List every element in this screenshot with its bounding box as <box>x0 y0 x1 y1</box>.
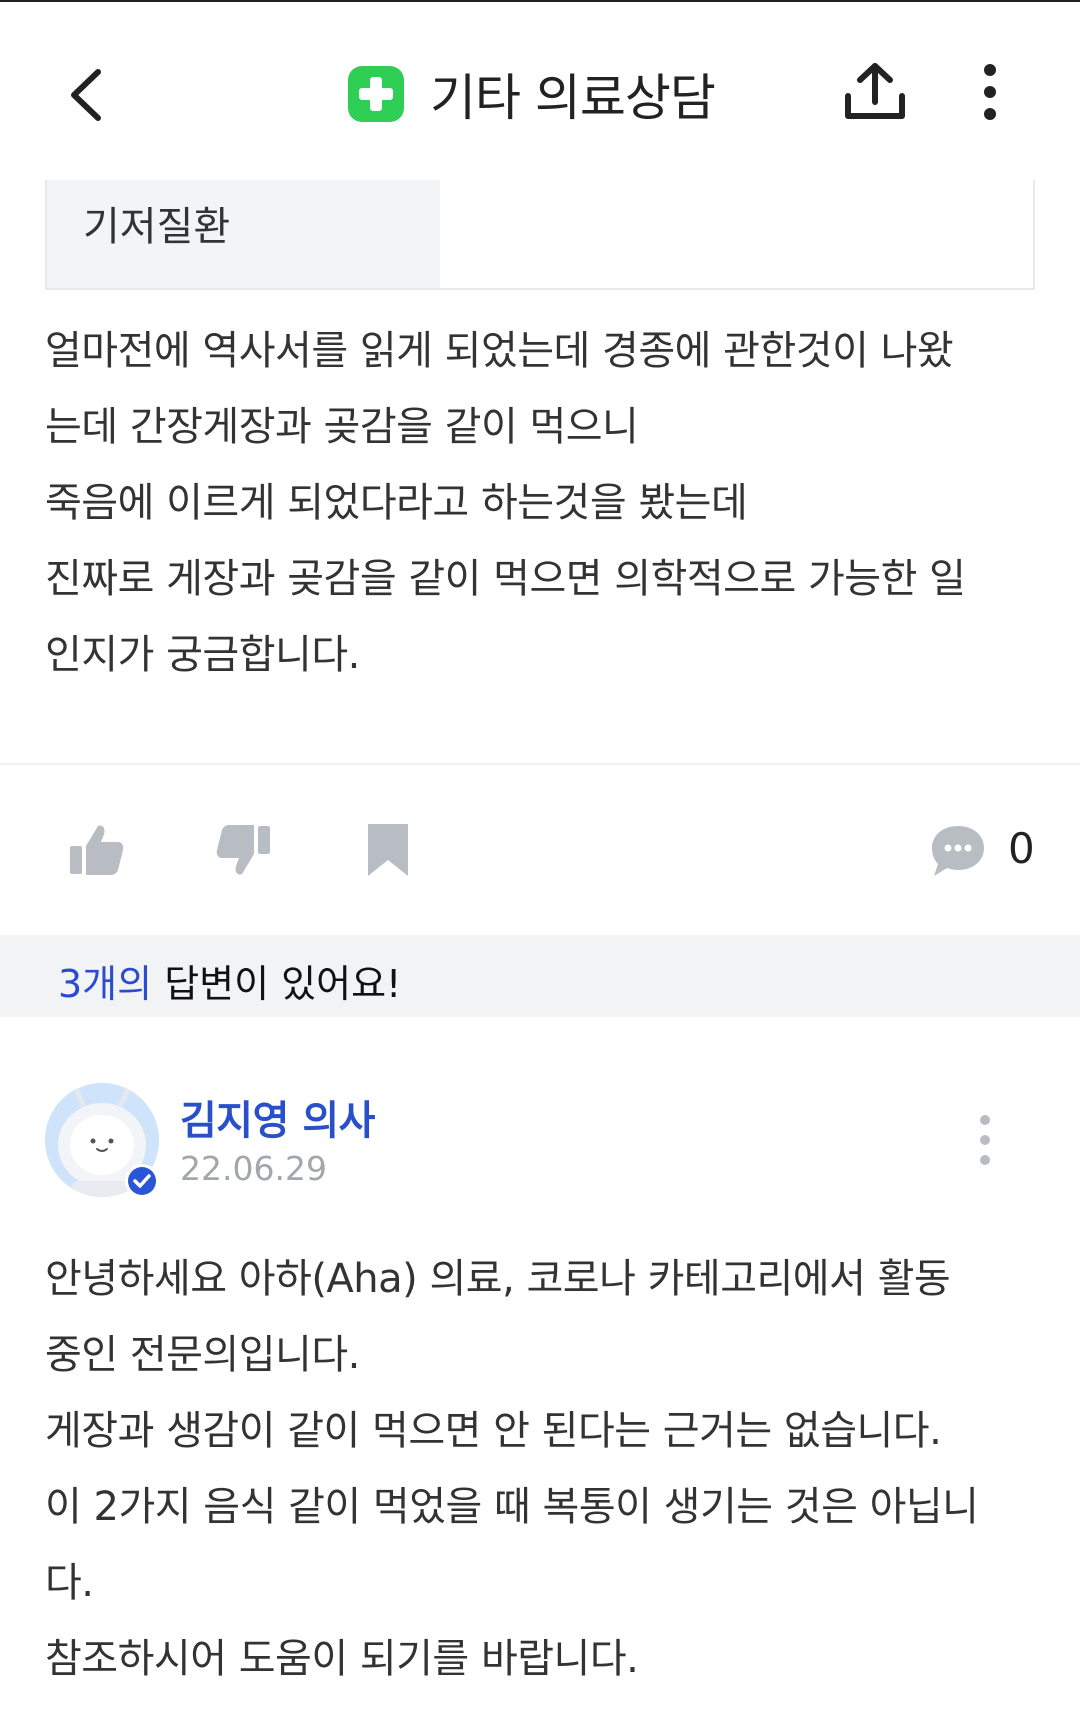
verified-badge-icon <box>124 1163 160 1199</box>
dislike-button[interactable] <box>214 820 274 880</box>
question-line: 인지가 궁금합니다. <box>45 632 360 678</box>
back-button[interactable] <box>62 60 118 130</box>
more-options-button[interactable] <box>970 58 1010 128</box>
answer-line: 안녕하세요 아하(Aha) 의료, 코로나 카테고리에서 활동 <box>45 1256 951 1302</box>
answer-date: 22.06.29 <box>180 1149 327 1188</box>
comment-count: 0 <box>1008 824 1035 873</box>
header-title-group: 기타 의료상담 <box>348 54 716 134</box>
page-title: 기타 의료상담 <box>430 69 716 127</box>
answer-line: 중인 전문의입니다. <box>45 1332 360 1378</box>
answers-count-text: 3개의 답변이 있어요! <box>58 953 401 1008</box>
comment-icon <box>932 826 984 876</box>
answers-count: 3개의 <box>58 962 153 1006</box>
medical-plus-icon <box>348 66 404 122</box>
more-vertical-icon <box>980 1115 990 1165</box>
info-table: 기저질환 <box>45 180 1035 290</box>
answer-author-name[interactable]: 김지영 의사 <box>180 1088 375 1146</box>
answer-line: 참조하시어 도움이 되기를 바랍니다. <box>45 1636 639 1682</box>
answers-count-banner: 3개의 답변이 있어요! <box>0 935 1080 1017</box>
thumbs-down-icon <box>216 825 270 875</box>
action-bar: 0 <box>0 800 1080 900</box>
like-button[interactable] <box>66 820 126 880</box>
app-header: 기타 의료상담 <box>0 2 1080 172</box>
answer-line: 다. <box>45 1560 94 1606</box>
question-line: 얼마전에 역사서를 읽게 되었는데 경종에 관한것이 나왔 <box>45 328 954 374</box>
question-body: 얼마전에 역사서를 읽게 되었는데 경종에 관한것이 나왔 는데 간장게장과 곶… <box>45 313 1035 693</box>
question-line: 죽음에 이르게 되었다라고 하는것을 봤는데 <box>45 480 748 526</box>
answer-line: 이 2가지 음식 같이 먹었을 때 복통이 생기는 것은 아닙니 <box>45 1484 979 1530</box>
share-icon <box>845 63 905 119</box>
info-label-cell: 기저질환 <box>47 180 440 288</box>
bookmark-button[interactable] <box>358 820 418 880</box>
answer-line: 게장과 생감이 같이 먹으면 안 된다는 근거는 없습니다. <box>45 1408 942 1454</box>
back-arrow-icon <box>71 69 101 121</box>
answers-label: 답변이 있어요! <box>152 962 402 1006</box>
share-button[interactable] <box>840 58 910 128</box>
question-line: 진짜로 게장과 곶감을 같이 먹으면 의학적으로 가능한 일 <box>45 556 966 602</box>
bookmark-icon <box>368 824 408 876</box>
underlying-condition-label: 기저질환 <box>83 204 231 250</box>
divider <box>0 763 1080 765</box>
answer-body: 안녕하세요 아하(Aha) 의료, 코로나 카테고리에서 활동 중인 전문의입니… <box>45 1241 1045 1697</box>
question-line: 는데 간장게장과 곶감을 같이 먹으니 <box>45 404 639 450</box>
answer-more-button[interactable] <box>970 1112 1000 1168</box>
comment-button[interactable] <box>928 820 988 880</box>
more-vertical-icon <box>984 64 996 120</box>
thumbs-up-icon <box>70 825 124 875</box>
